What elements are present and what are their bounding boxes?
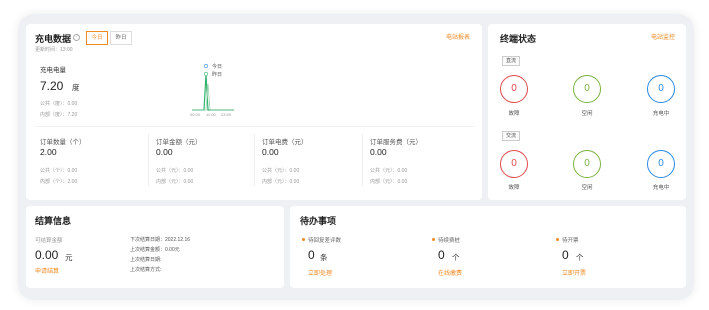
update-time: 更新时间：13:00 <box>35 47 73 53</box>
stat-label: 订单金额（元） <box>156 139 202 146</box>
axis-tick-start: 00:00 <box>190 112 201 117</box>
ac-fault-label: 故障 <box>508 185 520 191</box>
todo-unit-invoice: 个 <box>576 253 584 262</box>
energy-label: 充电电量 <box>40 67 66 74</box>
settlement-title: 结算信息 <box>35 216 72 226</box>
series-today-line <box>192 73 234 111</box>
dc-charging-label: 充电中 <box>652 111 670 117</box>
stat-divider <box>148 134 149 186</box>
todo-bullet <box>556 238 559 241</box>
dc-idle-count: 0 <box>573 75 601 103</box>
energy-internal: 内部（度）：7.20 <box>40 112 78 118</box>
todo-value-invoice: 0 <box>562 248 569 262</box>
todo-title: 待办事项 <box>300 216 337 226</box>
settlement-amount-value: 0.00 <box>35 248 59 262</box>
stats-divider <box>35 126 475 127</box>
ac-idle-count: 0 <box>573 150 601 178</box>
ac-fault-count: 0 <box>500 150 528 178</box>
settlement-amount-unit: 元 <box>65 253 73 262</box>
stat-public: 公共（元）：0.00 <box>262 168 300 174</box>
dc-charging-count: 0 <box>647 75 675 103</box>
stat-internal: 内部（元）：0.00 <box>370 179 408 185</box>
apply-settlement-link[interactable]: 申请结算 <box>35 266 59 275</box>
todo-bullet <box>432 238 435 241</box>
tab-yesterday[interactable]: 昨日 <box>110 31 132 45</box>
station-report-link[interactable]: 电站报表 <box>446 32 470 41</box>
next-settlement-date: 下次结算日期：2022.12.16 <box>130 237 191 243</box>
energy-unit: 度 <box>72 83 80 92</box>
dc-tag: 直流 <box>502 56 521 66</box>
legend-today-marker <box>203 63 209 69</box>
stat-public: 公共（元）：0.00 <box>370 168 408 174</box>
stat-label: 订单数量（个） <box>40 139 86 146</box>
legend-yesterday-marker <box>203 71 209 77</box>
axis-tick-mid: 11:00 <box>206 112 216 117</box>
todo-unit-reviews: 条 <box>320 253 328 262</box>
ac-idle-label: 空闲 <box>581 185 593 191</box>
last-settlement-date: 上次结算日期: <box>130 257 162 263</box>
stat-value: 2.00 <box>40 147 57 157</box>
info-icon[interactable]: ? <box>73 34 80 41</box>
stat-label: 订单服务费（元） <box>370 139 422 146</box>
station-monitor-link[interactable]: 电站监控 <box>651 32 675 41</box>
stat-internal: 内部（元）：0.00 <box>156 179 194 185</box>
last-settlement-amount: 上次结算金额：0.00元 <box>130 247 180 253</box>
ac-charging-count: 0 <box>647 150 675 178</box>
todo-label-renewal: 待续费桩 <box>438 238 461 244</box>
todo-label-invoice: 待开票 <box>562 238 579 244</box>
todo-bullet <box>302 238 305 241</box>
axis-tick-end: 23:59 <box>221 112 232 117</box>
charging-data-title: 充电数据 <box>35 34 72 44</box>
todo-value-reviews: 0 <box>308 248 315 262</box>
legend-today: 今日 <box>212 64 223 70</box>
pay-online-link[interactable]: 在线缴费 <box>438 268 462 277</box>
dc-fault-label: 故障 <box>508 111 520 117</box>
series-yesterday-line <box>192 83 234 111</box>
ac-tag: 交流 <box>502 131 521 141</box>
ac-charging-label: 充电中 <box>652 185 670 191</box>
todo-label-reviews: 待回复差评数 <box>308 238 342 244</box>
energy-public: 公共（度）：0.00 <box>40 101 78 107</box>
handle-now-link[interactable]: 立即处理 <box>308 268 332 277</box>
stat-label: 订单电费（元） <box>262 139 308 146</box>
dc-fault-count: 0 <box>500 75 528 103</box>
stat-internal: 内部（个）：2.00 <box>40 179 78 185</box>
stat-value: 0.00 <box>156 147 173 157</box>
terminal-status-title: 终端状态 <box>500 34 537 44</box>
last-settlement-method: 上次结算方式: <box>130 267 162 273</box>
todo-value-renewal: 0 <box>438 248 445 262</box>
stat-public: 公共（个）：0.00 <box>40 168 78 174</box>
legend-yesterday: 昨日 <box>212 72 223 78</box>
todo-unit-renewal: 个 <box>452 253 460 262</box>
invoice-now-link[interactable]: 立即开票 <box>562 268 586 277</box>
stat-divider <box>254 134 255 186</box>
stat-divider <box>362 134 363 186</box>
stat-value: 0.00 <box>370 147 387 157</box>
stat-public: 公共（元）：0.00 <box>156 168 194 174</box>
stat-value: 0.00 <box>262 147 279 157</box>
energy-value: 7.20 <box>40 79 64 93</box>
todo-card <box>290 206 686 288</box>
stat-internal: 内部（元）：0.00 <box>262 179 300 185</box>
dc-idle-label: 空闲 <box>581 111 593 117</box>
settlement-amount-label: 可结算金额 <box>35 238 63 244</box>
tab-today[interactable]: 今日 <box>86 31 108 45</box>
